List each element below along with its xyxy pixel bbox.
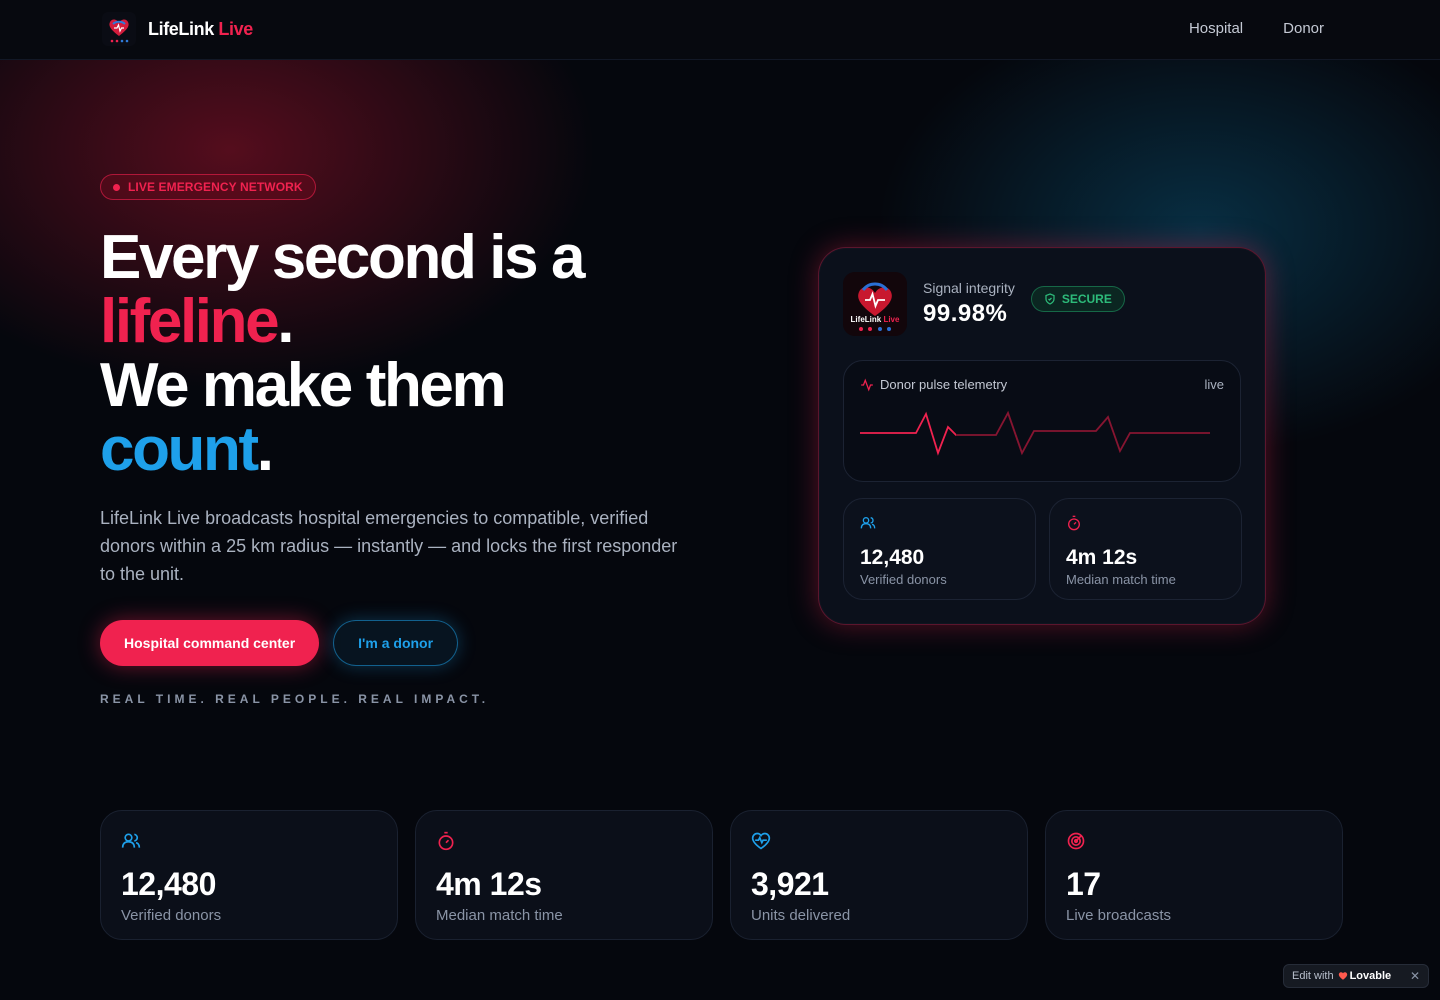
- stat-card-units: 3,921 Units delivered: [730, 810, 1028, 940]
- headline-period-2: .: [256, 415, 274, 484]
- donor-button[interactable]: I'm a donor: [333, 620, 459, 666]
- headline-accent-lifeline: lifeline: [100, 287, 280, 356]
- hero-tagline: REAL TIME. REAL PEOPLE. REAL IMPACT.: [100, 692, 490, 706]
- stats-row: 12,480 Verified donors 4m 12s Median mat…: [100, 810, 1343, 940]
- signal-integrity: Signal integrity 99.98%: [923, 280, 1015, 328]
- live-dot-icon: [113, 183, 120, 191]
- stat-match-label: Median match time: [436, 907, 563, 924]
- telemetry-header: Donor pulse telemetry: [860, 377, 1007, 392]
- logo-icon: [102, 12, 136, 46]
- lovable-heart-icon: [1338, 972, 1347, 980]
- stat-broadcasts-label: Live broadcasts: [1066, 907, 1172, 924]
- edit-with-text: Edit with: [1292, 970, 1334, 982]
- hero: LIVE EMERGENCY NETWORK Every second is a…: [100, 174, 720, 706]
- shield-icon: [1045, 293, 1055, 305]
- stat-broadcasts-value: 17: [1066, 866, 1101, 902]
- headline-line-3: We make them: [100, 351, 507, 420]
- mini-stat-donors-value: 12,480: [860, 546, 925, 569]
- pulse-waveform: [860, 410, 1210, 456]
- signal-value: 99.98%: [923, 300, 1008, 327]
- headline-line-4: count.: [100, 418, 720, 482]
- lovable-label: Lovable: [1349, 970, 1392, 982]
- stat-donors-value: 12,480: [121, 866, 216, 902]
- heart-pulse-icon: [751, 832, 771, 850]
- hero-description: LifeLink Live broadcasts hospital emerge…: [100, 508, 678, 584]
- hospital-command-center-button[interactable]: Hospital command center: [100, 620, 320, 666]
- timer-icon: [1068, 515, 1080, 531]
- stat-card-donors: 12,480 Verified donors: [100, 810, 398, 940]
- brand[interactable]: LifeLink Live: [102, 12, 253, 46]
- nav-link-hospital[interactable]: Hospital: [1189, 20, 1243, 37]
- mini-stat-match-time: 4m 12s Median match time: [1049, 498, 1242, 600]
- telemetry-card: Donor pulse telemetry live: [843, 360, 1241, 482]
- nav-links: Hospital Donor: [1189, 20, 1324, 37]
- mini-stat-match-label: Median match time: [1066, 572, 1176, 587]
- edit-with-lovable-badge[interactable]: Edit with Lovable ✕: [1283, 964, 1429, 988]
- nav-link-donor[interactable]: Donor: [1283, 20, 1324, 37]
- panel-mini-stats: 12,480 Verified donors 4m 12s Median mat…: [843, 498, 1242, 600]
- telemetry-status: live: [1204, 377, 1224, 392]
- mini-stat-donors: 12,480 Verified donors: [843, 498, 1036, 600]
- cta-row: Hospital command center I'm a donor: [100, 620, 720, 666]
- stat-card-broadcasts: 17 Live broadcasts: [1045, 810, 1343, 940]
- headline-accent-count: count: [100, 415, 259, 484]
- svg-text:LifeLink Live: LifeLink Live: [851, 315, 900, 324]
- secure-label: SECURE: [1061, 292, 1112, 306]
- stat-match-value: 4m 12s: [436, 866, 542, 902]
- stat-units-value: 3,921: [751, 866, 829, 902]
- users-icon: [860, 517, 876, 529]
- headline-line-2: lifeline.: [100, 290, 720, 354]
- brand-name: LifeLink Live: [148, 19, 253, 40]
- app-logo-icon: LifeLink Live: [843, 272, 907, 336]
- mini-stat-donors-label: Verified donors: [860, 572, 947, 587]
- close-icon[interactable]: ✕: [1410, 969, 1420, 983]
- activity-icon: [861, 378, 873, 391]
- stat-units-label: Units delivered: [751, 907, 851, 924]
- headline-period-1: .: [277, 287, 294, 356]
- live-network-badge: LIVE EMERGENCY NETWORK: [100, 174, 316, 200]
- headline-line-1: Every second is a: [100, 223, 585, 292]
- timer-icon: [438, 831, 454, 851]
- lovable-brand: Lovable: [1338, 970, 1392, 982]
- stat-card-match-time: 4m 12s Median match time: [415, 810, 713, 940]
- signal-label: Signal integrity: [923, 280, 1015, 296]
- brand-accent: Live: [218, 18, 253, 39]
- panel-header: LifeLink Live Signal integrity 99.98% SE…: [843, 272, 1125, 336]
- status-panel: LifeLink Live Signal integrity 99.98% SE…: [818, 247, 1266, 625]
- top-nav: LifeLink Live Hospital Donor: [0, 0, 1440, 60]
- stat-donors-label: Verified donors: [121, 907, 222, 924]
- mini-stat-match-value: 4m 12s: [1066, 546, 1138, 569]
- users-icon: [121, 833, 141, 848]
- brand-main: LifeLink: [148, 18, 214, 39]
- hero-headline: Every second is a lifeline. We make them…: [100, 226, 720, 482]
- secure-badge: SECURE: [1030, 286, 1125, 312]
- telemetry-title: Donor pulse telemetry: [880, 377, 1008, 392]
- radar-icon: [1067, 832, 1085, 850]
- live-network-label: LIVE EMERGENCY NETWORK: [128, 180, 303, 194]
